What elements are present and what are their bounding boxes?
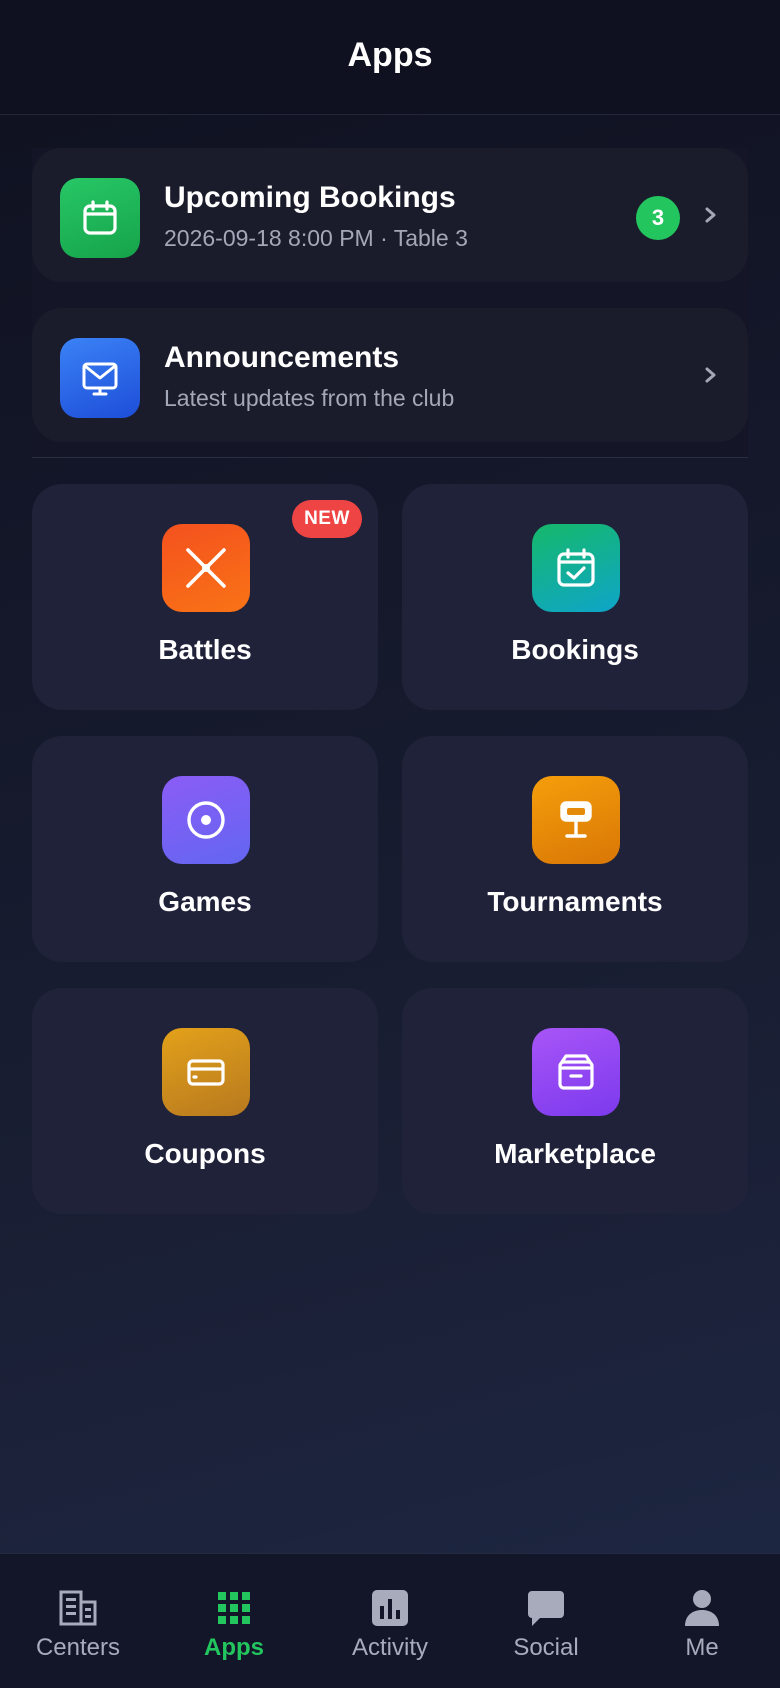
tournaments-tile[interactable]: Tournaments xyxy=(402,736,748,962)
upcoming-bookings-title: Upcoming Bookings xyxy=(164,181,456,214)
chat-bubble-icon xyxy=(528,1591,564,1626)
quick-list: Upcoming Bookings 2026-09-18 8:00 PM · T… xyxy=(32,148,748,458)
marketplace-tile[interactable]: Marketplace xyxy=(402,988,748,1214)
battles-tile[interactable]: NEW Battles xyxy=(32,484,378,710)
marketplace-label: Marketplace xyxy=(494,1138,656,1169)
announcements-row[interactable]: Announcements Latest updates from the cl… xyxy=(32,308,748,442)
crossed-swords-icon xyxy=(162,524,250,612)
upcoming-bookings-row[interactable]: Upcoming Bookings 2026-09-18 8:00 PM · T… xyxy=(32,148,748,282)
new-badge: NEW xyxy=(292,500,362,538)
bookings-count-badge: 3 xyxy=(636,196,680,240)
battles-label: Battles xyxy=(158,634,252,665)
mail-icon xyxy=(60,338,140,418)
bottom-tab-bar: Centers Apps Activity Social Me xyxy=(0,1553,780,1688)
chevron-right-icon xyxy=(705,367,716,383)
bookings-label: Bookings xyxy=(511,634,639,665)
tab-centers[interactable]: Centers xyxy=(0,1554,156,1688)
tab-social[interactable]: Social xyxy=(468,1554,624,1688)
bookings-tile[interactable]: Bookings xyxy=(402,484,748,710)
calendar-icon xyxy=(60,178,140,258)
tab-apps-label: Apps xyxy=(204,1634,264,1661)
games-tile[interactable]: Games xyxy=(32,736,378,962)
tournaments-label: Tournaments xyxy=(487,886,663,917)
tab-apps[interactable]: Apps xyxy=(156,1554,312,1688)
coupons-tile[interactable]: Coupons xyxy=(32,988,378,1214)
person-icon xyxy=(685,1590,719,1626)
calendar-check-icon xyxy=(532,524,620,612)
tab-activity[interactable]: Activity xyxy=(312,1554,468,1688)
games-label: Games xyxy=(158,886,252,917)
chevron-right-icon xyxy=(705,207,716,223)
bar-chart-icon xyxy=(372,1590,408,1626)
tab-social-label: Social xyxy=(513,1634,579,1661)
page-title: Apps xyxy=(347,35,433,74)
building-icon xyxy=(59,1590,97,1626)
tab-activity-label: Activity xyxy=(351,1634,428,1661)
tab-centers-label: Centers xyxy=(35,1634,121,1661)
app-header: Apps xyxy=(0,0,780,115)
target-icon xyxy=(162,776,250,864)
announcements-subtitle: Latest updates from the club xyxy=(164,385,455,411)
trophy-icon xyxy=(532,776,620,864)
grid-icon xyxy=(218,1592,250,1624)
announcements-title: Announcements xyxy=(164,341,400,374)
tab-me[interactable]: Me xyxy=(624,1554,780,1688)
card-icon xyxy=(162,1028,250,1116)
archive-box-icon xyxy=(532,1028,620,1116)
tab-me-label: Me xyxy=(685,1634,719,1661)
coupons-label: Coupons xyxy=(144,1138,266,1169)
upcoming-bookings-subtitle: 2026-09-18 8:00 PM · Table 3 xyxy=(164,225,468,251)
